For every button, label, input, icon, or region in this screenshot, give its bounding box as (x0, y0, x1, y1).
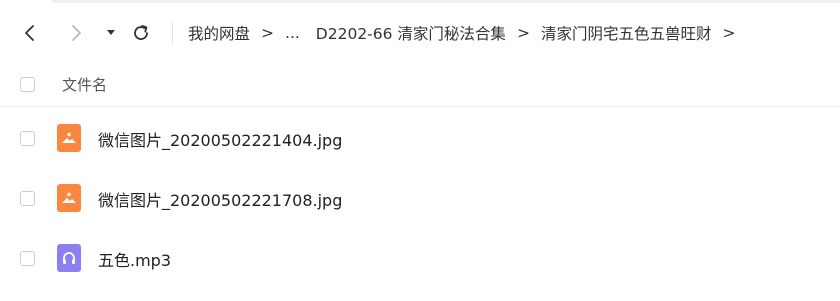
audio-file-icon (57, 244, 81, 272)
caret-down-icon (106, 29, 116, 37)
history-dropdown-button[interactable] (98, 20, 124, 46)
refresh-icon (131, 23, 151, 43)
chevron-right-icon (69, 24, 83, 42)
image-file-icon (57, 124, 81, 152)
breadcrumb-item-ellipsis[interactable]: ... (285, 24, 300, 42)
chevron-left-icon (23, 24, 37, 42)
breadcrumb: 我的网盘 > ... D2202-66 清家门秘法合集 > 清家门阴宅五色五兽旺… (188, 10, 746, 56)
breadcrumb-item-root[interactable]: 我的网盘 (188, 22, 250, 44)
file-checkbox[interactable] (20, 251, 35, 266)
top-border (52, 0, 840, 3)
file-name[interactable]: 微信图片_20200502221404.jpg (98, 127, 342, 151)
file-checkbox[interactable] (20, 131, 35, 146)
breadcrumb-item-current[interactable]: 清家门阴宅五色五兽旺财 (541, 22, 712, 44)
breadcrumb-separator: > (722, 24, 736, 42)
nav-divider (172, 22, 173, 44)
file-checkbox[interactable] (20, 191, 35, 206)
forward-button[interactable] (63, 20, 89, 46)
refresh-button[interactable] (128, 20, 154, 46)
breadcrumb-separator: > (516, 24, 530, 42)
file-row[interactable]: 微信图片_20200502221708.jpg (0, 170, 840, 226)
list-header: 文件名 (0, 62, 840, 107)
file-row[interactable]: 微信图片_20200502221404.jpg (0, 110, 840, 166)
file-name[interactable]: 微信图片_20200502221708.jpg (98, 187, 342, 211)
breadcrumb-item-collection[interactable]: D2202-66 清家门秘法合集 (316, 22, 506, 44)
column-header-filename[interactable]: 文件名 (62, 74, 107, 95)
file-name[interactable]: 五色.mp3 (98, 247, 171, 271)
navigation-bar: 我的网盘 > ... D2202-66 清家门秘法合集 > 清家门阴宅五色五兽旺… (0, 10, 840, 56)
file-row[interactable]: 五色.mp3 (0, 231, 840, 287)
select-all-checkbox[interactable] (20, 77, 35, 92)
image-file-icon (57, 184, 81, 212)
breadcrumb-separator: > (261, 24, 275, 42)
back-button[interactable] (17, 20, 43, 46)
